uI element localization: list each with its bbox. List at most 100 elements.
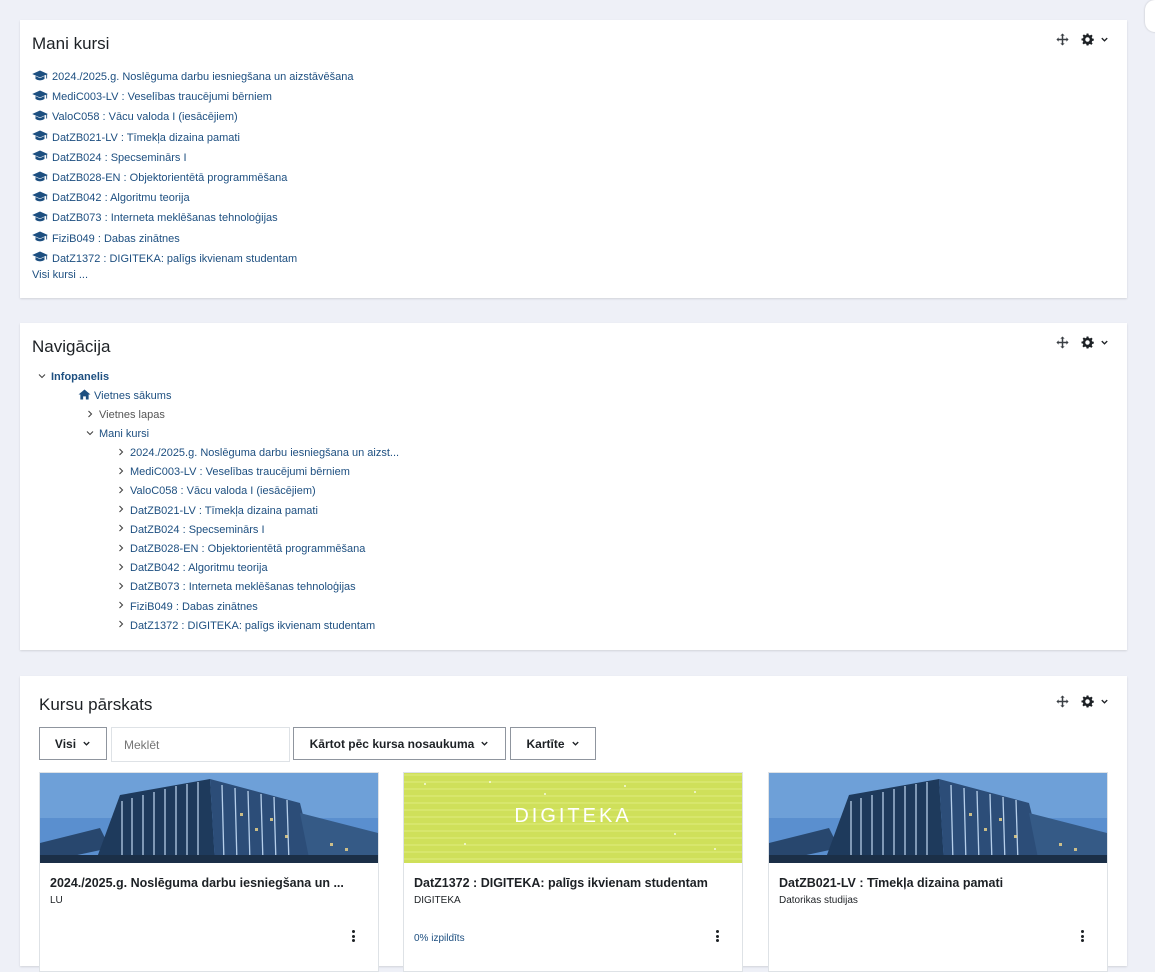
course-card-category: DIGITEKA xyxy=(414,895,461,906)
nav-root-label: Infopanelis xyxy=(51,371,110,383)
nav-course-item[interactable]: DatZ1372 : DIGITEKA: palīgs ikvienam stu… xyxy=(116,618,375,634)
gear-icon[interactable] xyxy=(1081,695,1094,708)
nav-course-label: DatZB028-EN : Objektorientētā programmēš… xyxy=(130,543,366,555)
chevron-down-icon xyxy=(37,371,47,384)
view-label: Kartīte xyxy=(526,736,565,751)
drawer-toggle-tab[interactable] xyxy=(1145,0,1155,32)
nav-course-item[interactable]: DatZB028-EN : Objektorientētā programmēš… xyxy=(116,541,365,557)
nav-course-item[interactable]: ValoC058 : Vācu valoda I (iesācējiem) xyxy=(116,483,316,499)
sort-dropdown[interactable]: Kārtot pēc kursa nosaukuma xyxy=(293,727,506,760)
all-courses-link[interactable]: Visi kursi ... xyxy=(32,269,88,281)
view-dropdown[interactable]: Kartīte xyxy=(510,727,596,760)
chevron-down-icon xyxy=(480,737,489,751)
nav-course-item[interactable]: DatZB024 : Specseminārs I xyxy=(116,522,265,538)
nav-course-item[interactable]: 2024./2025.g. Noslēguma darbu iesniegšan… xyxy=(116,445,399,461)
chevron-right-icon xyxy=(116,619,126,632)
course-card-title[interactable]: DatZ1372 : DIGITEKA: palīgs ikvienam stu… xyxy=(414,876,708,890)
course-card-category: LU xyxy=(50,895,63,906)
nav-root-infopanelis[interactable]: Infopanelis xyxy=(37,369,109,385)
chevron-down-icon[interactable] xyxy=(1100,338,1109,347)
nav-course-item[interactable]: DatZB073 : Interneta meklēšanas tehnoloģ… xyxy=(116,579,356,595)
chevron-right-icon xyxy=(85,409,95,422)
block-controls xyxy=(1056,695,1109,708)
more-options-icon[interactable] xyxy=(716,930,720,944)
course-link-label: ValoC058 : Vācu valoda I (iesācējiem) xyxy=(52,111,238,124)
nav-course-item[interactable]: FiziB049 : Dabas zinātnes xyxy=(116,599,258,615)
course-card[interactable]: 2024./2025.g. Noslēguma darbu iesniegšan… xyxy=(39,772,379,972)
course-image[interactable] xyxy=(769,773,1107,863)
more-options-icon[interactable] xyxy=(352,930,356,944)
nav-course-label: MediC003-LV : Veselības traucējumi bērni… xyxy=(130,466,350,479)
chevron-down-icon xyxy=(571,737,580,751)
course-link[interactable]: DatZB024 : Specseminārs I xyxy=(32,148,354,168)
graduation-cap-icon xyxy=(32,211,52,226)
course-card[interactable]: DIGITEKA DatZ1372 : DIGITEKA: palīgs ikvi… xyxy=(403,772,743,972)
course-link[interactable]: DatZB042 : Algoritmu teorija xyxy=(32,188,354,208)
chevron-down-icon[interactable] xyxy=(1100,697,1109,706)
graduation-cap-icon xyxy=(32,171,52,186)
course-link[interactable]: DatZB073 : Interneta meklēšanas tehnoloģ… xyxy=(32,208,354,228)
course-link[interactable]: ValoC058 : Vācu valoda I (iesācējiem) xyxy=(32,107,354,127)
search-input[interactable] xyxy=(111,727,290,762)
nav-course-item[interactable]: DatZB021-LV : Tīmekļa dizaina pamati xyxy=(116,503,318,519)
graduation-cap-icon xyxy=(32,150,52,165)
chevron-right-icon xyxy=(116,523,126,536)
chevron-right-icon xyxy=(116,504,126,517)
chevron-right-icon xyxy=(116,466,126,479)
graduation-cap-icon xyxy=(32,70,52,85)
nav-site-home-label: Vietnes sākums xyxy=(94,390,172,402)
my-courses-block: Mani kursi 2024./2025.g. Noslēguma darbu… xyxy=(20,20,1127,298)
nav-site-pages[interactable]: Vietnes lapas xyxy=(85,407,165,423)
course-link-label: DatZ1372 : DIGITEKA: palīgs ikvienam stu… xyxy=(52,252,298,265)
course-link-label: DatZB024 : Specseminārs I xyxy=(52,151,187,164)
navigation-block: Navigācija Infopanelis Vietnes sākums Vi… xyxy=(20,323,1127,650)
sort-label: Kārtot pēc kursa nosaukuma xyxy=(309,736,475,751)
chevron-right-icon xyxy=(116,543,126,556)
graduation-cap-icon xyxy=(32,90,52,105)
course-overview-block: Kursu pārskats Visi Kārtot pēc kursa nos… xyxy=(20,676,1127,972)
nav-course-label: ValoC058 : Vācu valoda I (iesācējiem) xyxy=(130,485,316,498)
nav-my-courses[interactable]: Mani kursi xyxy=(85,426,149,442)
graduation-cap-icon xyxy=(32,231,52,246)
course-link[interactable]: MediC003-LV : Veselības traucējumi bērni… xyxy=(32,87,354,107)
nav-course-label: DatZB042 : Algoritmu teorija xyxy=(130,562,268,575)
move-icon[interactable] xyxy=(1056,33,1069,46)
course-link-label: MediC003-LV : Veselības traucējumi bērni… xyxy=(52,91,272,104)
course-card-title[interactable]: DatZB021-LV : Tīmekļa dizaina pamati xyxy=(779,876,1003,890)
nav-course-item[interactable]: DatZB042 : Algoritmu teorija xyxy=(116,560,268,576)
gear-icon[interactable] xyxy=(1081,336,1094,349)
course-link[interactable]: FiziB049 : Dabas zinātnes xyxy=(32,229,354,249)
course-card-progress: 0% izpildīts xyxy=(414,933,465,944)
nav-course-label: DatZB024 : Specseminārs I xyxy=(130,523,265,536)
nav-my-courses-label: Mani kursi xyxy=(99,428,150,440)
my-courses-list: 2024./2025.g. Noslēguma darbu iesniegšan… xyxy=(32,67,354,269)
graduation-cap-icon xyxy=(32,251,52,266)
nav-course-label: DatZB073 : Interneta meklēšanas tehnoloģ… xyxy=(130,581,356,594)
chevron-right-icon xyxy=(116,581,126,594)
chevron-down-icon[interactable] xyxy=(1100,35,1109,44)
graduation-cap-icon xyxy=(32,191,52,206)
chevron-down-icon xyxy=(82,737,91,751)
course-image[interactable] xyxy=(40,773,378,863)
course-link-label: DatZB028-EN : Objektorientētā programmēš… xyxy=(52,172,288,185)
gear-icon[interactable] xyxy=(1081,33,1094,46)
course-link-label: DatZB021-LV : Tīmekļa dizaina pamati xyxy=(52,131,240,144)
nav-site-home[interactable]: Vietnes sākums xyxy=(78,388,171,404)
nav-course-label: DatZ1372 : DIGITEKA: palīgs ikvienam stu… xyxy=(130,619,376,632)
move-icon[interactable] xyxy=(1056,695,1069,708)
navigation-title: Navigācija xyxy=(32,337,111,356)
course-card[interactable]: DatZB021-LV : Tīmekļa dizaina pamati Dato… xyxy=(768,772,1108,972)
more-options-icon[interactable] xyxy=(1081,930,1085,944)
course-link[interactable]: 2024./2025.g. Noslēguma darbu iesniegšan… xyxy=(32,67,354,87)
course-link[interactable]: DatZB028-EN : Objektorientētā programmēš… xyxy=(32,168,354,188)
course-link-label: DatZB073 : Interneta meklēšanas tehnoloģ… xyxy=(52,212,278,225)
course-link[interactable]: DatZ1372 : DIGITEKA: palīgs ikvienam stu… xyxy=(32,249,354,269)
course-image[interactable]: DIGITEKA xyxy=(404,773,742,863)
move-icon[interactable] xyxy=(1056,336,1069,349)
my-courses-title: Mani kursi xyxy=(32,34,110,53)
course-card-title[interactable]: 2024./2025.g. Noslēguma darbu iesniegšan… xyxy=(50,876,344,890)
filter-dropdown[interactable]: Visi xyxy=(39,727,107,760)
nav-course-item[interactable]: MediC003-LV : Veselības traucējumi bērni… xyxy=(116,464,350,480)
nav-course-label: 2024./2025.g. Noslēguma darbu iesniegšan… xyxy=(130,447,400,459)
course-link[interactable]: DatZB021-LV : Tīmekļa dizaina pamati xyxy=(32,128,354,148)
